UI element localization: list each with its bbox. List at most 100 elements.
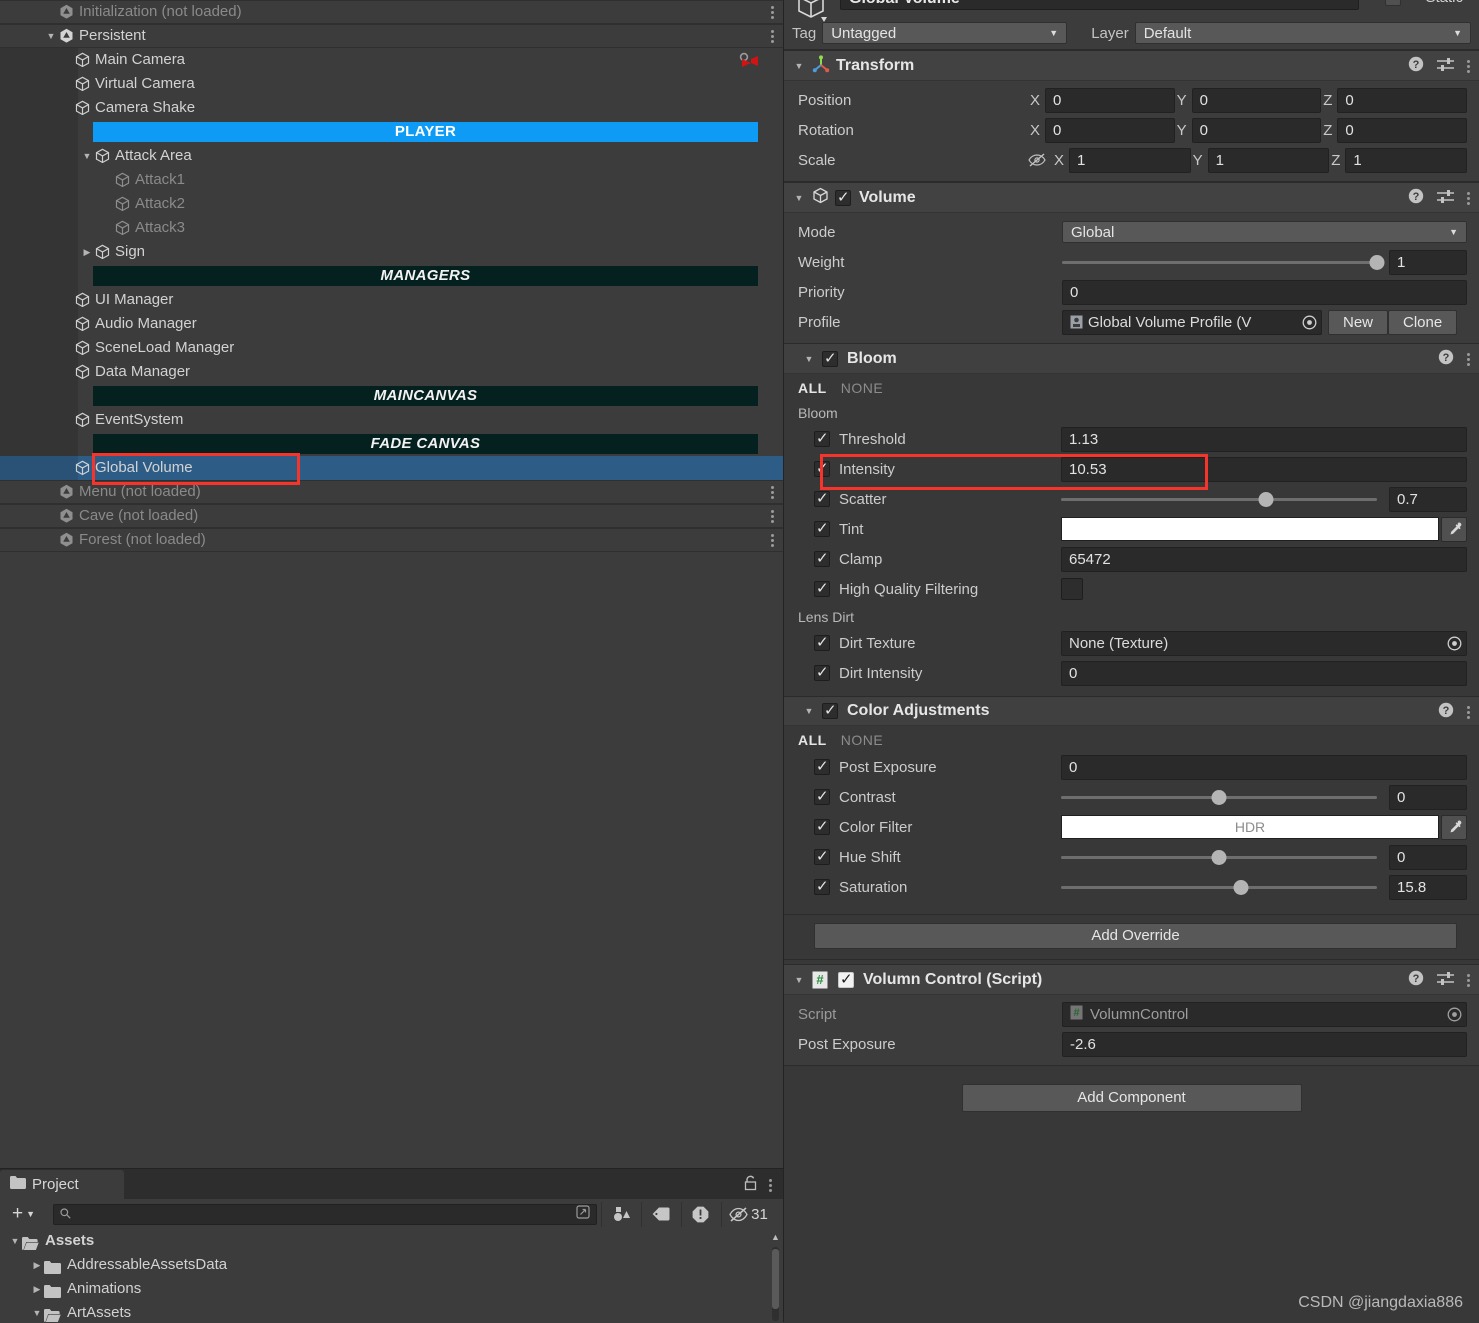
bloom-header[interactable]: ▼ Bloom ? xyxy=(784,344,1479,374)
hierarchy-item-camera-shake[interactable]: ·Camera Shake xyxy=(0,96,783,120)
script-object-field[interactable]: # VolumnControl xyxy=(1062,1001,1467,1027)
hierarchy-item-attack3[interactable]: · Attack3 xyxy=(0,216,783,240)
expand-arrow-icon[interactable]: ▶ xyxy=(30,1253,44,1277)
high-quality-filtering-toggle[interactable] xyxy=(1061,578,1083,600)
component-menu-icon[interactable] xyxy=(1467,972,1471,988)
slider-knob[interactable] xyxy=(1211,849,1227,865)
hierarchy-item-attack2[interactable]: · Attack2 xyxy=(0,192,783,216)
override-checkbox[interactable] xyxy=(814,817,830,835)
preset-icon[interactable] xyxy=(1437,189,1454,208)
override-checkbox[interactable] xyxy=(814,519,830,537)
static-checkbox[interactable] xyxy=(1385,0,1401,6)
hierarchy-item-attack-area[interactable]: ▼ Attack Area xyxy=(0,144,783,168)
contrast-slider[interactable] xyxy=(1061,785,1377,810)
scene-menu-icon[interactable] xyxy=(771,532,775,548)
project-tree-item[interactable]: ▶ AddressableAssetsData xyxy=(0,1253,783,1277)
eyedropper-icon[interactable] xyxy=(1441,814,1467,840)
rotation-y-field[interactable]: 0 xyxy=(1191,117,1322,143)
scroll-up-icon[interactable]: ▲ xyxy=(770,1231,781,1243)
scene-menu-icon[interactable] xyxy=(771,28,775,44)
bloom-all-button[interactable]: ALL xyxy=(798,380,827,396)
asset-filter-icon[interactable] xyxy=(601,1201,639,1227)
project-tree-item[interactable]: ▼ Assets xyxy=(0,1229,783,1253)
hierarchy-item-cave[interactable]: · Cave (not loaded) xyxy=(0,504,783,528)
hierarchy-item-initialization[interactable]: · Initialization (not loaded) xyxy=(0,0,783,24)
layer-dropdown[interactable]: Default ▼ xyxy=(1134,22,1471,44)
collapse-arrow-icon[interactable]: ▼ xyxy=(8,1229,22,1253)
component-menu-icon[interactable] xyxy=(1467,351,1471,367)
rotation-x-field[interactable]: 0 xyxy=(1045,117,1175,143)
tint-color-swatch[interactable] xyxy=(1061,517,1439,541)
tab-project[interactable]: Project xyxy=(0,1170,124,1199)
saturation-slider[interactable] xyxy=(1061,875,1377,900)
hierarchy-item-attack1[interactable]: · Attack1 xyxy=(0,168,783,192)
help-icon[interactable]: ? xyxy=(1408,188,1424,208)
position-x-field[interactable]: 0 xyxy=(1045,87,1175,113)
override-checkbox[interactable] xyxy=(814,757,830,775)
script-enabled-checkbox[interactable] xyxy=(838,970,854,988)
hue-shift-value-field[interactable]: 0 xyxy=(1389,844,1467,870)
scale-lock-icon[interactable] xyxy=(1028,153,1046,167)
profile-object-field[interactable]: Global Volume Profile (V xyxy=(1062,309,1322,335)
intensity-field[interactable]: 10.53 xyxy=(1061,456,1467,482)
bloom-none-button[interactable]: NONE xyxy=(841,380,883,396)
hierarchy-item-eventsystem[interactable]: ·EventSystem xyxy=(0,408,783,432)
clone-profile-button[interactable]: Clone xyxy=(1388,309,1458,335)
collapse-arrow-icon[interactable]: ▼ xyxy=(792,61,806,71)
create-asset-button[interactable]: + ▼ xyxy=(4,1203,43,1225)
hierarchy-item-main-camera[interactable]: ·Main Camera xyxy=(0,48,783,72)
rotation-z-field[interactable]: 0 xyxy=(1337,117,1467,143)
hierarchy-item-maincanvas[interactable]: ▶MAINCANVAS xyxy=(0,384,783,408)
hierarchy-banner[interactable]: MAINCANVAS xyxy=(93,386,758,406)
collapse-arrow-icon[interactable]: ▼ xyxy=(30,1301,44,1323)
override-checkbox[interactable] xyxy=(814,429,830,447)
saturation-value-field[interactable]: 15.8 xyxy=(1389,874,1467,900)
ca-all-button[interactable]: ALL xyxy=(798,732,827,748)
volume-header[interactable]: ▼ Volume ? xyxy=(784,183,1479,213)
hierarchy-item-menu[interactable]: · Menu (not loaded) xyxy=(0,480,783,504)
volume-enabled-checkbox[interactable] xyxy=(835,188,851,206)
priority-value-field[interactable]: 0 xyxy=(1062,279,1467,305)
object-picker-icon[interactable] xyxy=(1444,634,1464,653)
project-tree-item[interactable]: ▶ Animations xyxy=(0,1277,783,1301)
add-component-button[interactable]: Add Component xyxy=(961,1084,1302,1112)
clamp-field[interactable]: 65472 xyxy=(1061,546,1467,572)
color-filter-color-swatch[interactable]: HDR xyxy=(1061,815,1439,839)
warning-icon[interactable] xyxy=(681,1201,719,1227)
lock-icon[interactable] xyxy=(744,1175,757,1195)
component-menu-icon[interactable] xyxy=(1467,58,1471,74)
search-field[interactable] xyxy=(76,1206,571,1222)
mode-dropdown[interactable]: Global ▼ xyxy=(1062,221,1467,243)
object-picker-icon[interactable] xyxy=(1299,313,1319,332)
contrast-value-field[interactable]: 0 xyxy=(1389,784,1467,810)
object-picker-icon[interactable] xyxy=(1444,1005,1464,1024)
scrollbar-thumb[interactable] xyxy=(772,1249,779,1309)
position-y-field[interactable]: 0 xyxy=(1191,87,1322,113)
project-menu-icon[interactable] xyxy=(769,1177,773,1193)
override-checkbox[interactable] xyxy=(814,877,830,895)
search-expand-icon[interactable] xyxy=(576,1205,590,1223)
component-menu-icon[interactable] xyxy=(1467,704,1471,720)
threshold-field[interactable]: 1.13 xyxy=(1061,426,1467,452)
hierarchy-banner[interactable]: MANAGERS xyxy=(93,266,758,286)
hue-shift-slider[interactable] xyxy=(1061,845,1377,870)
hierarchy-item-player[interactable]: ▼PLAYER xyxy=(0,120,783,144)
override-checkbox[interactable] xyxy=(814,787,830,805)
script-header[interactable]: ▼ # Volumn Control (Script) ? xyxy=(784,965,1479,995)
position-z-field[interactable]: 0 xyxy=(1337,87,1467,113)
hierarchy-item-sign[interactable]: ▶ Sign xyxy=(0,240,783,264)
hierarchy-item-virtual-camera[interactable]: ·Virtual Camera xyxy=(0,72,783,96)
scale-y-field[interactable]: 1 xyxy=(1207,147,1330,173)
override-checkbox[interactable] xyxy=(814,549,830,567)
weight-slider[interactable] xyxy=(1062,250,1385,275)
scale-x-field[interactable]: 1 xyxy=(1069,147,1191,173)
eyedropper-icon[interactable] xyxy=(1441,516,1467,542)
scene-menu-icon[interactable] xyxy=(771,508,775,524)
hierarchy-banner[interactable]: PLAYER xyxy=(93,122,758,142)
scatter-slider[interactable] xyxy=(1061,487,1377,512)
bloom-enabled-checkbox[interactable] xyxy=(822,349,838,367)
slider-knob[interactable] xyxy=(1258,491,1274,507)
scale-z-field[interactable]: 1 xyxy=(1345,147,1467,173)
scene-menu-icon[interactable] xyxy=(771,4,775,20)
script-post-exposure-field[interactable]: -2.6 xyxy=(1062,1031,1467,1057)
